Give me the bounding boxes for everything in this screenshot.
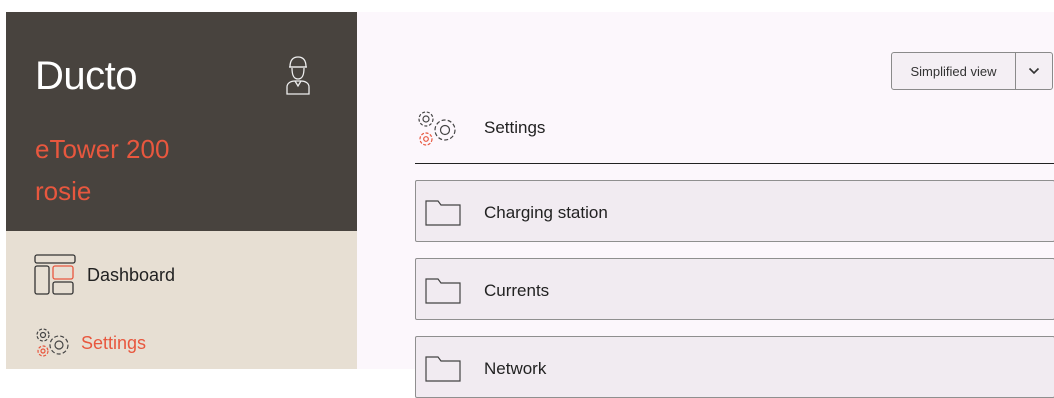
dashboard-icon <box>34 254 76 295</box>
folder-label: Charging station <box>484 203 608 222</box>
sidebar: Ducto eTower 200 rosie Dashboard Setting… <box>6 12 357 369</box>
device-subname: rosie <box>35 176 92 206</box>
gear-icon <box>36 328 69 357</box>
folder-icon <box>425 278 461 304</box>
app-name: Ducto <box>35 54 138 98</box>
section-title: Settings <box>484 118 546 137</box>
sidebar-item-settings[interactable]: Settings <box>33 323 146 363</box>
chevron-down-icon[interactable] <box>1016 53 1052 89</box>
folder-icon <box>425 356 461 382</box>
section-header: Settings <box>415 108 1054 163</box>
folder-icon <box>425 200 461 226</box>
device-name: eTower 200 <box>35 134 170 164</box>
gear-icon <box>418 111 456 146</box>
folder-currents[interactable]: Currents <box>415 258 1054 320</box>
main-content: Simplified view Settings Charging statio… <box>357 12 1054 398</box>
view-mode-value: Simplified view <box>892 53 1016 89</box>
folder-network[interactable]: Network <box>415 336 1054 398</box>
sidebar-item-dashboard[interactable]: Dashboard <box>33 253 175 297</box>
user-icon[interactable] <box>284 52 312 98</box>
folder-label: Network <box>484 359 547 378</box>
sidebar-item-label: Settings <box>81 332 147 353</box>
sidebar-item-label: Dashboard <box>87 264 176 285</box>
sidebar-nav: Dashboard Settings <box>6 231 357 369</box>
section-divider <box>415 163 1054 164</box>
view-mode-select[interactable]: Simplified view <box>891 52 1053 90</box>
folder-charging-station[interactable]: Charging station <box>415 180 1054 242</box>
brand-panel: Ducto eTower 200 rosie <box>6 12 357 231</box>
folder-label: Currents <box>484 281 550 300</box>
